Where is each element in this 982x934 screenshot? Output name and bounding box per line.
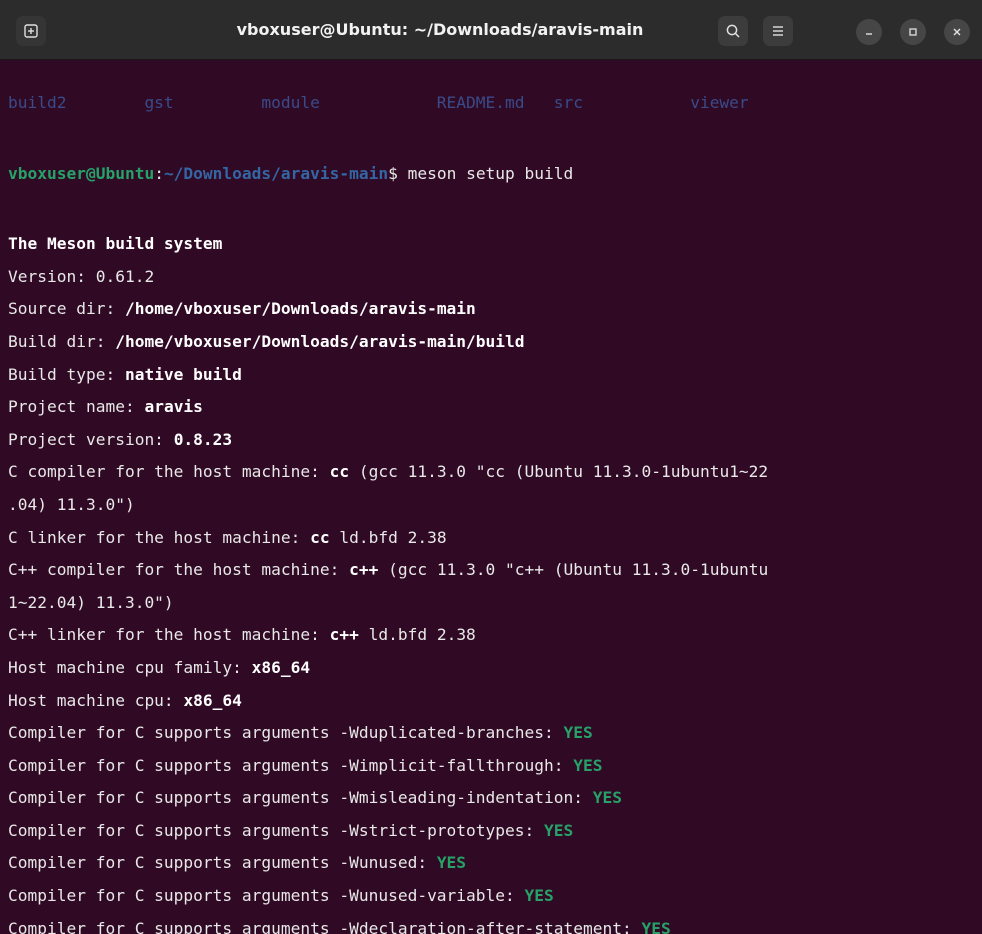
check-result: YES — [573, 755, 603, 775]
title-bar[interactable]: vboxuser@Ubuntu: ~/Downloads/aravis-main — [0, 0, 982, 60]
check-text: Compiler for C supports arguments -Wstri… — [8, 820, 545, 840]
search-icon — [726, 24, 740, 38]
search-button[interactable] — [718, 16, 748, 46]
output-value: aravis — [144, 397, 203, 417]
check-result: YES — [563, 723, 593, 743]
terminal-output[interactable]: build2 gst module README.md src viewer v… — [0, 60, 982, 934]
output-value: cc — [310, 527, 330, 547]
check-result: YES — [592, 788, 622, 808]
output-line: Project name: aravis — [8, 391, 768, 424]
menu-button[interactable] — [763, 16, 793, 46]
check-text: Compiler for C supports arguments -Wdupl… — [8, 723, 564, 743]
new-tab-icon — [24, 24, 38, 38]
check-text: Compiler for C supports arguments -Wimpl… — [8, 755, 574, 775]
terminal-window: vboxuser@Ubuntu: ~/Downloads/aravis-main — [0, 0, 982, 934]
output-label: Build type: — [8, 364, 125, 384]
output-label: Project name: — [8, 397, 145, 417]
output-value: x86_64 — [251, 657, 311, 677]
output-value: x86_64 — [183, 690, 242, 710]
window-title: vboxuser@Ubuntu: ~/Downloads/aravis-main — [236, 20, 644, 39]
check-text: Compiler for C supports arguments -Wunus… — [8, 853, 437, 873]
check-result: YES — [641, 918, 671, 934]
output-label: Host machine cpu: — [8, 690, 184, 710]
prompt-separator: : — [154, 163, 164, 183]
output-line: C++ compiler for the host machine: c++ (… — [8, 554, 768, 587]
close-icon — [953, 28, 961, 36]
minimize-icon — [866, 33, 872, 35]
check-text: Compiler for C supports arguments -Wmisl… — [8, 788, 593, 808]
output-value: c++ — [349, 560, 379, 580]
maximize-button[interactable] — [900, 19, 926, 45]
output-line: Build dir: /home/vboxuser/Downloads/arav… — [8, 326, 768, 359]
output-rest: ld.bfd 2.38 — [358, 625, 476, 645]
maximize-icon — [909, 28, 917, 36]
output-value: 0.8.23 — [173, 429, 233, 449]
output-label: C++ linker for the host machine: — [8, 625, 330, 645]
output-label: C linker for the host machine: — [8, 527, 311, 547]
compiler-check-line: Compiler for C supports arguments -Wmisl… — [8, 782, 768, 815]
new-tab-button[interactable] — [16, 16, 46, 46]
output-label: Host machine cpu family: — [8, 657, 252, 677]
output-rest: (gcc 11.3.0 "c++ (Ubuntu 11.3.0-1ubuntu — [378, 560, 769, 580]
output-value: /home/vboxuser/Downloads/aravis-main — [124, 299, 476, 319]
output-value: native build — [124, 364, 242, 384]
output-line: Project version: 0.8.23 — [8, 424, 768, 457]
output-line: Host machine cpu family: x86_64 — [8, 652, 768, 685]
output-label: C++ compiler for the host machine: — [8, 560, 350, 580]
compiler-check-line: Compiler for C supports arguments -Wimpl… — [8, 750, 768, 783]
output-line: .04) 11.3.0") — [8, 489, 768, 522]
prompt-path: ~/Downloads/aravis-main — [163, 163, 389, 183]
prompt-line: vboxuser@Ubuntu:~/Downloads/aravis-main$… — [8, 158, 768, 191]
check-result: YES — [436, 853, 467, 873]
check-text: Compiler for C supports arguments -Wdecl… — [8, 918, 642, 934]
output-line: Build type: native build — [8, 359, 768, 392]
output-line: C linker for the host machine: cc ld.bfd… — [8, 522, 768, 555]
output-label: Build dir: — [8, 331, 116, 351]
output-line: C++ linker for the host machine: c++ ld.… — [8, 619, 768, 652]
compiler-check-line: Compiler for C supports arguments -Wstri… — [8, 815, 768, 848]
prompt-symbol: $ — [388, 163, 408, 183]
output-label: Source dir: — [8, 299, 125, 319]
output-value: /home/vboxuser/Downloads/aravis-main/bui… — [115, 331, 525, 351]
output-label: Version: 0.61.2 — [8, 266, 155, 286]
check-text: Compiler for C supports arguments -Wunus… — [8, 886, 525, 906]
output-rest: ld.bfd 2.38 — [329, 527, 447, 547]
output-line: The Meson build system — [8, 228, 768, 261]
output-label: Project version: — [8, 429, 174, 449]
prompt-command: meson setup build — [407, 163, 574, 183]
partial-listing-line: build2 gst module README.md src viewer — [8, 93, 749, 112]
compiler-check-line: Compiler for C supports arguments -Wdecl… — [8, 913, 768, 934]
terminal-lines: build2 gst module README.md src viewer v… — [8, 60, 768, 934]
output-value: The Meson build system — [8, 234, 223, 254]
output-value: cc — [329, 462, 350, 482]
output-line: 1~22.04) 11.3.0") — [8, 587, 768, 620]
hamburger-menu-icon — [773, 26, 783, 36]
compiler-check-line: Compiler for C supports arguments -Wunus… — [8, 847, 768, 880]
minimize-button[interactable] — [856, 19, 882, 45]
output-label: 1~22.04) 11.3.0") — [8, 592, 174, 612]
check-result: YES — [544, 820, 574, 840]
output-line: Version: 0.61.2 — [8, 261, 768, 294]
compiler-check-line: Compiler for C supports arguments -Wunus… — [8, 880, 768, 913]
output-line: Host machine cpu: x86_64 — [8, 685, 768, 718]
output-rest: (gcc 11.3.0 "cc (Ubuntu 11.3.0-1ubuntu1~… — [349, 462, 769, 482]
output-line: Source dir: /home/vboxuser/Downloads/ara… — [8, 293, 768, 326]
compiler-check-line: Compiler for C supports arguments -Wdupl… — [8, 717, 768, 750]
close-button[interactable] — [944, 19, 970, 45]
output-value: c++ — [329, 625, 359, 645]
output-label: .04) 11.3.0") — [8, 494, 135, 514]
prompt-user: vboxuser@Ubuntu — [8, 163, 155, 183]
output-line: C compiler for the host machine: cc (gcc… — [8, 456, 768, 489]
output-label: C compiler for the host machine: — [8, 462, 330, 482]
check-result: YES — [524, 886, 554, 906]
